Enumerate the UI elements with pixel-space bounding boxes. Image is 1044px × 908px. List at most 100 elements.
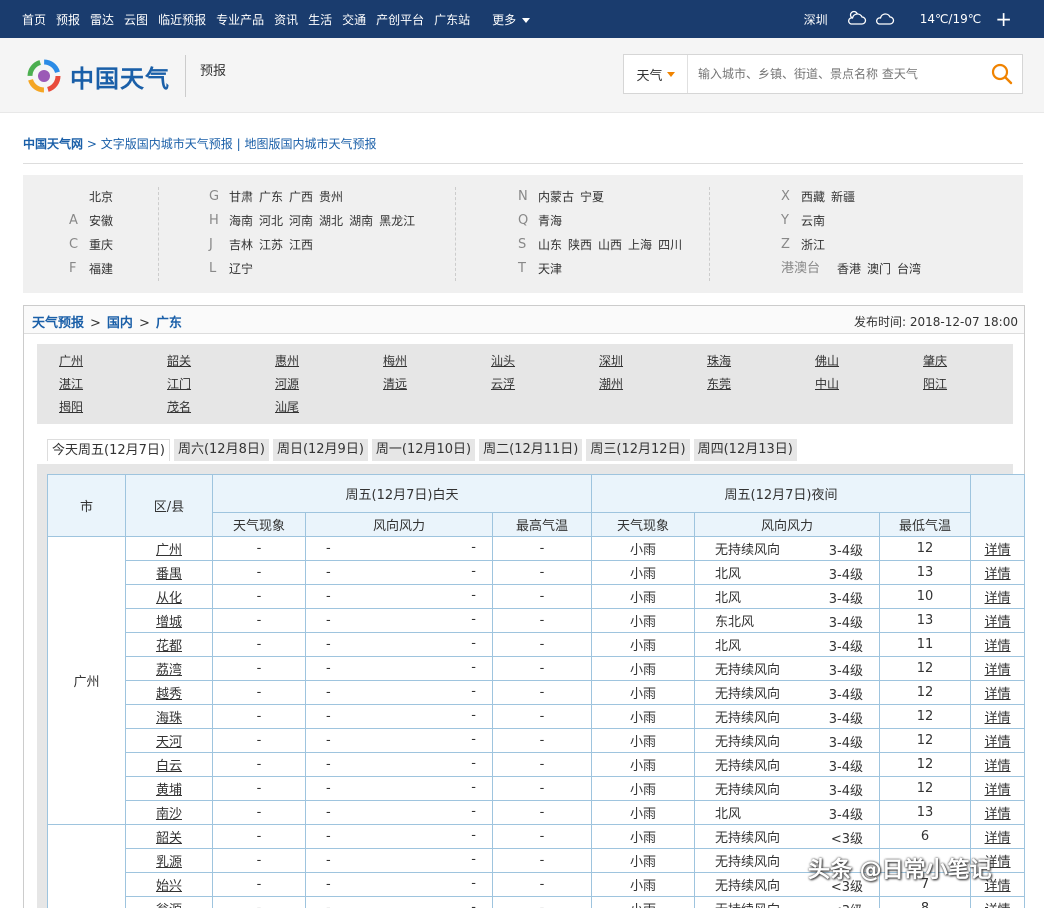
city-link[interactable]: 潮州 — [599, 375, 623, 392]
city-link[interactable]: 湛江 — [59, 375, 83, 392]
district-link[interactable]: 黄埔 — [156, 783, 182, 798]
province-link[interactable]: 河北 — [259, 209, 283, 233]
province-link[interactable]: 辽宁 — [229, 257, 253, 281]
add-city-icon[interactable]: + — [995, 9, 1012, 29]
top-nav-link[interactable]: 交通 — [342, 11, 366, 28]
top-nav-link[interactable]: 资讯 — [274, 11, 298, 28]
province-link[interactable]: 湖北 — [319, 209, 343, 233]
province-link[interactable]: 重庆 — [89, 233, 113, 257]
search-input[interactable] — [688, 55, 982, 93]
city-link[interactable]: 清远 — [383, 375, 407, 392]
province-link[interactable]: 浙江 — [801, 233, 825, 257]
province-link[interactable]: 湖南 — [349, 209, 373, 233]
city-link[interactable]: 揭阳 — [59, 398, 83, 415]
day-tab[interactable]: 周日(12月9日) — [272, 439, 368, 461]
province-link[interactable]: 山西 — [598, 233, 622, 257]
district-link[interactable]: 天河 — [156, 735, 182, 750]
district-link[interactable]: 海珠 — [156, 711, 182, 726]
province-link[interactable]: 安徽 — [89, 209, 113, 233]
detail-link[interactable]: 详情 — [985, 807, 1011, 822]
province-link[interactable]: 吉林 — [229, 233, 253, 257]
top-nav-link[interactable]: 首页 — [22, 11, 46, 28]
city-link[interactable]: 江门 — [167, 375, 191, 392]
forecast-path-root[interactable]: 天气预报 — [32, 316, 84, 331]
city-link[interactable]: 肇庆 — [923, 352, 947, 369]
top-nav-link[interactable]: 生活 — [308, 11, 332, 28]
city-link[interactable]: 惠州 — [275, 352, 299, 369]
district-link[interactable]: 南沙 — [156, 807, 182, 822]
forecast-path-province[interactable]: 广东 — [156, 316, 182, 331]
breadcrumb-home-link[interactable]: 中国天气网 — [23, 137, 83, 151]
current-city[interactable]: 深圳 — [804, 11, 828, 28]
day-tab[interactable]: 周二(12月11日) — [479, 439, 583, 461]
province-link[interactable]: 广东 — [259, 185, 283, 209]
district-link[interactable]: 始兴 — [156, 879, 182, 894]
city-link[interactable]: 东莞 — [707, 375, 731, 392]
province-link[interactable]: 台湾 — [897, 257, 921, 281]
top-nav-more[interactable]: 更多 — [492, 11, 530, 28]
detail-link[interactable]: 详情 — [985, 591, 1011, 606]
district-link[interactable]: 从化 — [156, 591, 182, 606]
city-link[interactable]: 云浮 — [491, 375, 515, 392]
city-link[interactable]: 梅州 — [383, 352, 407, 369]
city-link[interactable]: 汕头 — [491, 352, 515, 369]
province-link[interactable]: 海南 — [229, 209, 253, 233]
city-link[interactable]: 韶关 — [167, 352, 191, 369]
top-nav-link[interactable]: 广东站 — [434, 11, 470, 28]
detail-link[interactable]: 详情 — [985, 543, 1011, 558]
city-link[interactable]: 珠海 — [707, 352, 731, 369]
top-nav-link[interactable]: 专业产品 — [216, 11, 264, 28]
province-link[interactable]: 四川 — [658, 233, 682, 257]
detail-link[interactable]: 详情 — [985, 567, 1011, 582]
city-link[interactable]: 中山 — [815, 375, 839, 392]
top-nav-link[interactable]: 预报 — [56, 11, 80, 28]
province-link[interactable]: 天津 — [538, 257, 562, 281]
top-nav-link[interactable]: 雷达 — [90, 11, 114, 28]
day-tab[interactable]: 周三(12月12日) — [586, 439, 690, 461]
day-tab[interactable]: 周一(12月10日) — [371, 439, 476, 461]
province-link[interactable]: 内蒙古 — [538, 185, 574, 209]
detail-link[interactable]: 详情 — [985, 639, 1011, 654]
district-link[interactable]: 番禺 — [156, 567, 182, 582]
day-tab[interactable]: 今天周五(12月7日) — [47, 439, 170, 461]
province-link[interactable]: 北京 — [89, 185, 113, 209]
district-link[interactable]: 韶关 — [156, 831, 182, 846]
province-link[interactable]: 江西 — [289, 233, 313, 257]
district-link[interactable]: 乳源 — [156, 855, 182, 870]
province-link[interactable]: 黑龙江 — [379, 209, 415, 233]
province-link[interactable]: 上海 — [628, 233, 652, 257]
province-link[interactable]: 甘肃 — [229, 185, 253, 209]
detail-link[interactable]: 详情 — [985, 615, 1011, 630]
province-link[interactable]: 云南 — [801, 209, 825, 233]
forecast-path-domestic[interactable]: 国内 — [107, 316, 133, 331]
province-link[interactable]: 香港 — [837, 257, 861, 281]
detail-link[interactable]: 详情 — [985, 759, 1011, 774]
province-link[interactable]: 福建 — [89, 257, 113, 281]
detail-link[interactable]: 详情 — [985, 783, 1011, 798]
top-nav-link[interactable]: 云图 — [124, 11, 148, 28]
province-link[interactable]: 陕西 — [568, 233, 592, 257]
site-logo[interactable]: 中国天气 — [24, 54, 184, 98]
breadcrumb-text-version-link[interactable]: 文字版国内城市天气预报 — [101, 137, 233, 151]
detail-link[interactable]: 详情 — [985, 687, 1011, 702]
province-link[interactable]: 澳门 — [867, 257, 891, 281]
detail-link[interactable]: 详情 — [985, 735, 1011, 750]
province-link[interactable]: 新疆 — [831, 185, 855, 209]
city-link[interactable]: 河源 — [275, 375, 299, 392]
province-link[interactable]: 西藏 — [801, 185, 825, 209]
search-type-select[interactable]: 天气 — [624, 55, 688, 93]
city-link[interactable]: 佛山 — [815, 352, 839, 369]
day-tab[interactable]: 周六(12月8日) — [173, 439, 269, 461]
top-nav-link[interactable]: 产创平台 — [376, 11, 424, 28]
district-link[interactable]: 花都 — [156, 639, 182, 654]
city-link[interactable]: 广州 — [59, 352, 83, 369]
detail-link[interactable]: 详情 — [985, 663, 1011, 678]
district-link[interactable]: 翁源 — [156, 903, 182, 908]
day-tab[interactable]: 周四(12月13日) — [693, 439, 797, 461]
city-link[interactable]: 深圳 — [599, 352, 623, 369]
province-link[interactable]: 山东 — [538, 233, 562, 257]
province-link[interactable]: 江苏 — [259, 233, 283, 257]
province-link[interactable]: 贵州 — [319, 185, 343, 209]
province-link[interactable]: 河南 — [289, 209, 313, 233]
city-link[interactable]: 茂名 — [167, 398, 191, 415]
